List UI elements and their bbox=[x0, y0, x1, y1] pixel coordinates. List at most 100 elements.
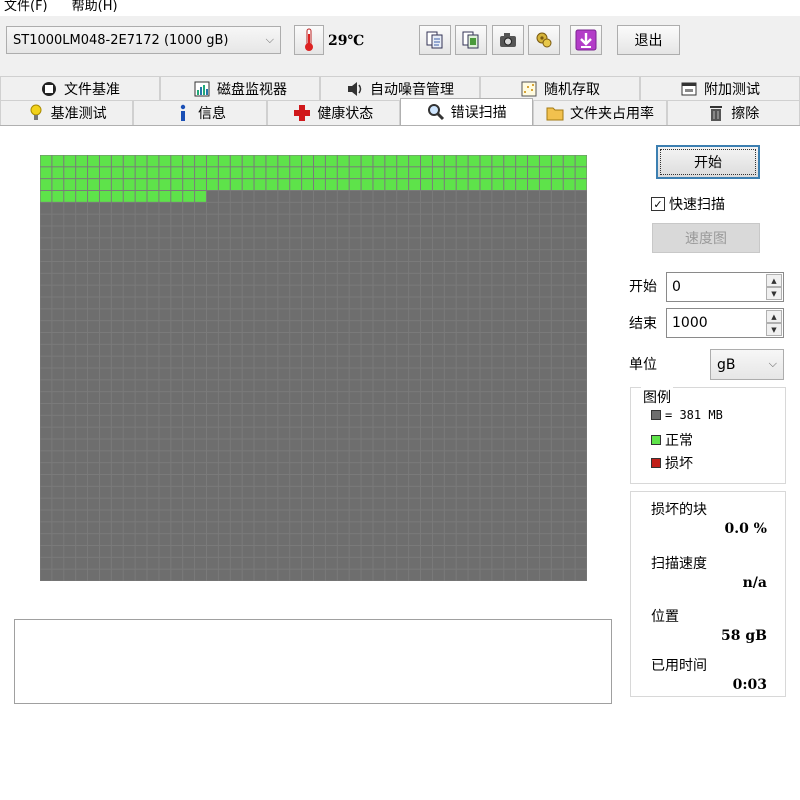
block-untested bbox=[432, 309, 444, 321]
block-untested bbox=[230, 522, 242, 534]
block-ok bbox=[266, 167, 278, 179]
block-untested bbox=[444, 202, 456, 214]
block-untested bbox=[218, 569, 230, 581]
block-untested bbox=[575, 191, 587, 202]
block-untested bbox=[397, 309, 409, 321]
block-untested bbox=[111, 356, 123, 368]
drive-select[interactable]: ST1000LM048-2E7172 (1000 gB) ⌵ bbox=[6, 26, 281, 54]
copy-text-button[interactable] bbox=[419, 25, 451, 55]
block-untested bbox=[421, 463, 432, 474]
block-ok bbox=[302, 179, 313, 190]
tab-benchmark[interactable]: 基准测试 bbox=[0, 100, 134, 125]
block-untested bbox=[218, 475, 230, 486]
block-untested bbox=[539, 262, 551, 273]
spin-up-icon[interactable]: ▲ bbox=[766, 310, 782, 323]
options-button[interactable] bbox=[528, 25, 560, 55]
temperature-button[interactable] bbox=[294, 25, 324, 55]
block-untested bbox=[76, 451, 88, 463]
block-untested bbox=[290, 439, 302, 451]
block-untested bbox=[183, 273, 195, 285]
tab-random-access[interactable]: 随机存取 bbox=[480, 76, 640, 100]
range-start-input[interactable]: 0 ▲ ▼ bbox=[666, 272, 784, 302]
tab-health[interactable]: 健康状态 bbox=[266, 100, 400, 125]
block-untested bbox=[266, 250, 278, 261]
spin-down-icon[interactable]: ▼ bbox=[766, 287, 782, 300]
block-untested bbox=[171, 569, 183, 581]
block-untested bbox=[385, 392, 397, 403]
block-untested bbox=[230, 427, 242, 439]
tab-info[interactable]: 信息 bbox=[133, 100, 267, 125]
block-untested bbox=[480, 273, 492, 285]
tab-file-benchmark[interactable]: 文件基准 bbox=[0, 76, 160, 100]
block-untested bbox=[111, 522, 123, 534]
tab-erase[interactable]: 擦除 bbox=[666, 100, 800, 125]
speed-map-button[interactable]: 速度图 bbox=[652, 223, 760, 253]
block-untested bbox=[183, 333, 195, 344]
block-untested bbox=[516, 486, 528, 498]
tab-disk-monitor[interactable]: 磁盘监视器 bbox=[160, 76, 320, 100]
block-untested bbox=[40, 250, 52, 261]
tab-folder-usage[interactable]: 文件夹占用率 bbox=[533, 100, 667, 125]
block-untested bbox=[218, 486, 230, 498]
block-untested bbox=[254, 510, 266, 522]
block-untested bbox=[278, 451, 290, 463]
block-untested bbox=[397, 427, 409, 439]
menu-file[interactable]: 文件(F) bbox=[0, 0, 54, 16]
block-untested bbox=[575, 344, 587, 356]
block-untested bbox=[409, 486, 421, 498]
copy-image-button[interactable] bbox=[455, 25, 487, 55]
block-untested bbox=[551, 404, 563, 415]
block-untested bbox=[183, 546, 195, 557]
block-untested bbox=[325, 333, 337, 344]
block-untested bbox=[361, 439, 373, 451]
block-untested bbox=[397, 262, 409, 273]
block-untested bbox=[349, 427, 361, 439]
block-untested bbox=[64, 285, 76, 297]
block-untested bbox=[528, 191, 539, 202]
block-untested bbox=[575, 333, 587, 344]
quick-scan-option[interactable]: ✓ 快速扫描 bbox=[651, 194, 725, 214]
block-untested bbox=[468, 546, 480, 557]
block-untested bbox=[254, 309, 266, 321]
range-start-stepper[interactable]: ▲ ▼ bbox=[766, 274, 782, 300]
block-untested bbox=[563, 486, 575, 498]
range-end-input[interactable]: 1000 ▲ ▼ bbox=[666, 308, 784, 338]
range-end-stepper[interactable]: ▲ ▼ bbox=[766, 310, 782, 336]
block-ok bbox=[64, 155, 76, 167]
spin-down-icon[interactable]: ▼ bbox=[766, 323, 782, 336]
menu-help[interactable]: 帮助(H) bbox=[66, 0, 124, 16]
block-untested bbox=[314, 226, 325, 238]
block-untested bbox=[516, 344, 528, 356]
save-button[interactable] bbox=[570, 25, 602, 55]
block-untested bbox=[492, 427, 504, 439]
start-button[interactable]: 开始 bbox=[656, 145, 760, 179]
spin-up-icon[interactable]: ▲ bbox=[766, 274, 782, 287]
block-untested bbox=[171, 309, 183, 321]
block-untested bbox=[52, 498, 64, 510]
block-untested bbox=[421, 321, 432, 332]
copy-image-icon bbox=[462, 31, 479, 49]
tab-noise-management[interactable]: 自动噪音管理 bbox=[320, 76, 480, 100]
block-untested bbox=[397, 392, 409, 403]
block-untested bbox=[504, 510, 516, 522]
unit-select[interactable]: gB ⌵ bbox=[710, 349, 784, 380]
exit-button[interactable]: 退出 bbox=[617, 25, 680, 55]
block-untested bbox=[337, 202, 349, 214]
quick-scan-checkbox[interactable]: ✓ bbox=[651, 197, 665, 211]
block-untested bbox=[528, 273, 539, 285]
block-untested bbox=[159, 392, 171, 403]
block-untested bbox=[76, 510, 88, 522]
damaged-blocks-value: 0.0 % bbox=[724, 521, 767, 537]
block-untested bbox=[409, 333, 421, 344]
tab-label: 附加测试 bbox=[704, 81, 760, 98]
block-untested bbox=[242, 273, 254, 285]
block-ok bbox=[421, 155, 432, 167]
screenshot-button[interactable] bbox=[492, 25, 524, 55]
scan-log-box[interactable] bbox=[14, 619, 612, 704]
block-untested bbox=[480, 226, 492, 238]
tab-error-scan[interactable]: 错误扫描 bbox=[399, 98, 534, 125]
block-untested bbox=[99, 510, 111, 522]
block-untested bbox=[444, 510, 456, 522]
block-untested bbox=[397, 238, 409, 250]
tab-extra-tests[interactable]: 附加测试 bbox=[640, 76, 800, 100]
